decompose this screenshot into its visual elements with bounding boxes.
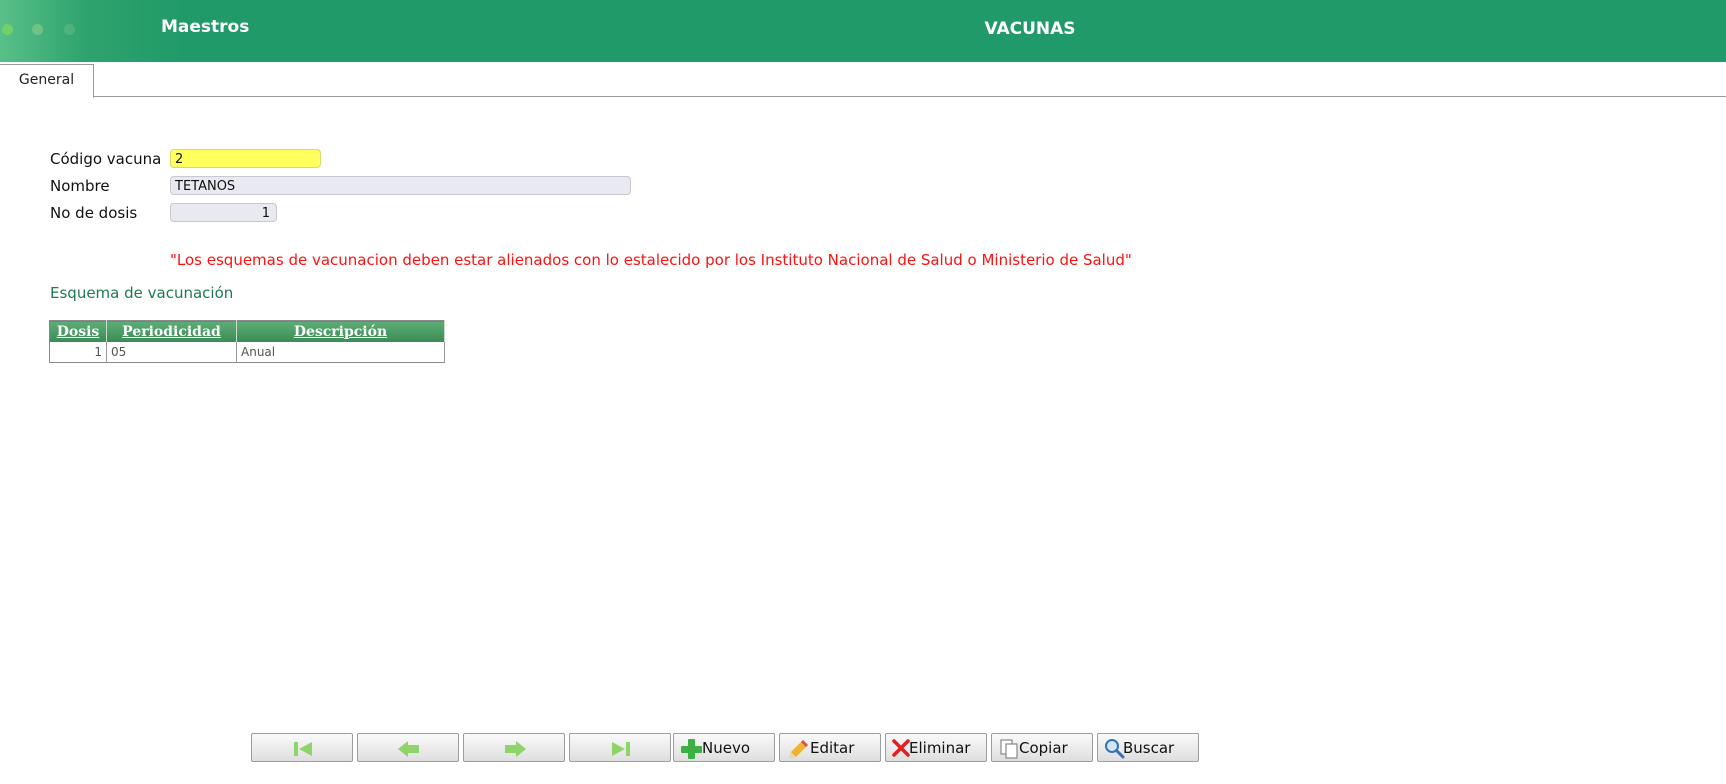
- delete-button-label: Eliminar: [909, 739, 971, 757]
- delete-x-icon: [892, 739, 910, 757]
- column-header-periodicidad[interactable]: Periodicidad: [106, 320, 237, 342]
- name-input[interactable]: TETANOS: [170, 176, 631, 195]
- next-record-button[interactable]: [463, 733, 565, 762]
- search-button[interactable]: Buscar: [1097, 733, 1199, 762]
- new-button[interactable]: Nuevo: [673, 733, 775, 762]
- delete-button[interactable]: Eliminar: [885, 733, 987, 762]
- table-row[interactable]: 1 05 Anual: [49, 342, 445, 363]
- new-button-label: Nuevo: [702, 739, 751, 757]
- last-record-button[interactable]: [569, 733, 671, 762]
- column-header-dosis[interactable]: Dosis: [49, 320, 107, 342]
- page-title: VACUNAS: [984, 19, 1076, 39]
- column-header-descripcion[interactable]: Descripción: [236, 320, 445, 342]
- code-label: Código vacuna: [50, 150, 162, 168]
- copy-button-label: Copiar: [1019, 739, 1068, 757]
- previous-record-button[interactable]: [357, 733, 459, 762]
- copy-icon: [1000, 739, 1018, 759]
- first-record-icon: [294, 742, 312, 756]
- search-button-label: Buscar: [1123, 739, 1175, 757]
- edit-button-label: Editar: [810, 739, 855, 757]
- doses-label: No de dosis: [50, 204, 138, 222]
- vaccination-scheme-table: Dosis Periodicidad Descripción 1 05 Anua…: [49, 320, 445, 363]
- doses-input[interactable]: 1: [170, 203, 277, 222]
- cell-periodicidad[interactable]: 05: [106, 342, 237, 363]
- edit-button[interactable]: Editar: [779, 733, 881, 762]
- arrow-right-icon: [505, 741, 526, 757]
- tab-general[interactable]: General: [0, 64, 94, 98]
- app-header: Maestros VACUNAS: [0, 0, 1726, 62]
- first-record-button[interactable]: [251, 733, 353, 762]
- search-icon: [1105, 739, 1125, 759]
- pencil-icon: [789, 740, 808, 758]
- name-label: Nombre: [50, 177, 110, 195]
- scheme-title: Esquema de vacunación: [50, 284, 234, 302]
- code-input[interactable]: 2: [170, 149, 321, 168]
- cell-dosis[interactable]: 1: [49, 342, 107, 363]
- last-record-icon: [612, 742, 630, 756]
- tab-bar: General: [0, 62, 1726, 98]
- cell-descripcion[interactable]: Anual: [236, 342, 445, 363]
- copy-button[interactable]: Copiar: [991, 733, 1093, 762]
- warning-message: "Los esquemas de vacunacion deben estar …: [170, 251, 1132, 269]
- arrow-left-icon: [398, 741, 419, 757]
- plus-icon: [681, 739, 702, 759]
